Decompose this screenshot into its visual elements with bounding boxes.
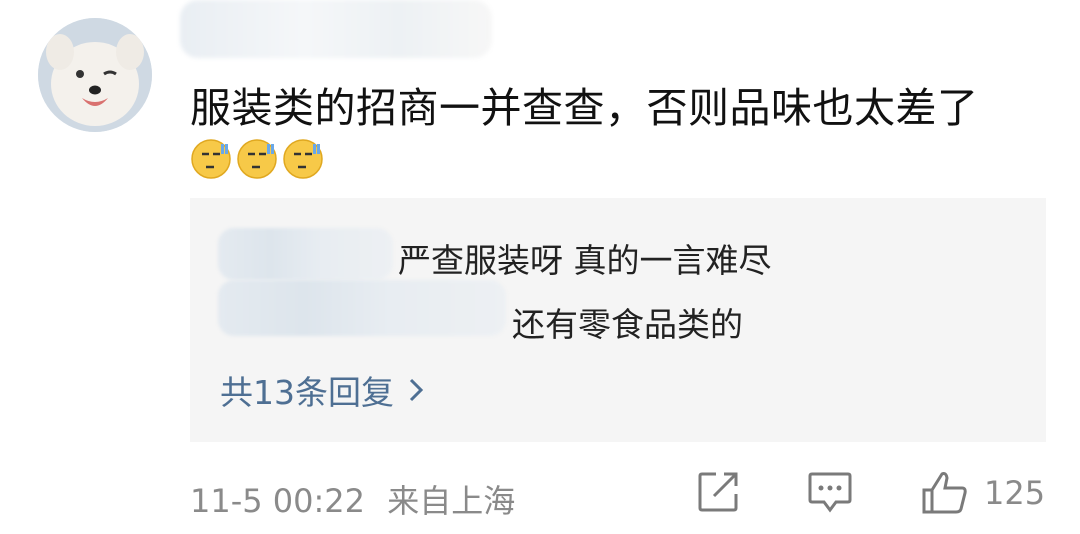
reply-text: 还有零食品类的 (512, 305, 743, 344)
view-all-replies-link[interactable]: 共13条回复 (220, 366, 424, 414)
reply-author-blurred[interactable] (218, 280, 506, 336)
comment-icon (808, 472, 852, 513)
location: 来自上海 (387, 482, 516, 520)
avatar[interactable] (38, 18, 152, 132)
sweat-smile-emoji (283, 139, 323, 179)
comment-emojis (190, 138, 324, 180)
comment-button[interactable] (806, 470, 854, 516)
like-button[interactable]: 125 (920, 470, 1045, 516)
share-button[interactable] (696, 470, 740, 514)
username-blurred[interactable] (180, 0, 492, 58)
sweat-smile-emoji (237, 139, 277, 179)
comment-text: 服装类的招商一并查查，否则品味也太差了 (190, 84, 979, 132)
reply-text: 严查服装呀 真的一言难尽 (398, 241, 772, 280)
thumbs-up-icon (922, 472, 967, 514)
share-icon (698, 472, 738, 512)
more-replies-label: 共13条回复 (220, 373, 394, 412)
like-count: 125 (984, 474, 1046, 512)
sweat-smile-emoji (191, 139, 231, 179)
reply-author-blurred[interactable] (218, 228, 393, 280)
comment-meta: 11-5 00:22 来自上海 (190, 476, 515, 522)
timestamp: 11-5 00:22 (190, 482, 366, 520)
chevron-right-icon (409, 378, 424, 402)
